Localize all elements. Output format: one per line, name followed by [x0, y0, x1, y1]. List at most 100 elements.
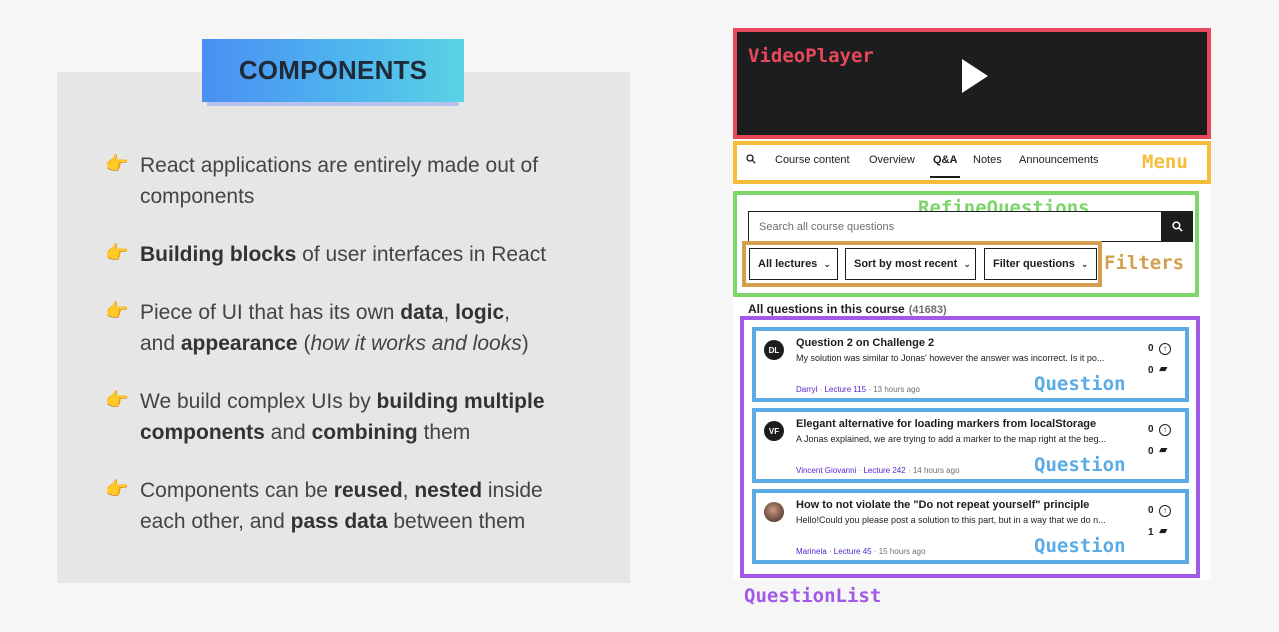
bullet-text-line: React applications are entirely made out… [140, 154, 539, 177]
question-card[interactable]: How to not violate the "Do not repeat yo… [752, 489, 1189, 564]
upvote-icon[interactable]: ↑ [1159, 424, 1171, 436]
tab-announcements[interactable]: Announcements [1019, 154, 1099, 166]
question-time: 13 hours ago [873, 385, 920, 394]
question-time: 15 hours ago [878, 547, 926, 556]
search-input[interactable] [748, 211, 1162, 242]
question-excerpt: A Jonas explained, we are trying to add … [796, 434, 1107, 444]
upvote-icon[interactable]: ↑ [1159, 505, 1171, 517]
bullet-bold: combining [311, 421, 418, 444]
bullet-text-part: inside [482, 479, 543, 502]
bullet-text-part: between them [387, 510, 526, 533]
bullet-text: Components can be reused, nested inside e… [140, 475, 600, 537]
chevron-down-icon: ⌄ [963, 258, 971, 269]
dropdown-label: Sort by most recent [854, 258, 958, 270]
question-title[interactable]: How to not violate the "Do not repeat yo… [796, 499, 1089, 511]
bullet-item: 👉 Components can be reused, nested insid… [105, 475, 605, 537]
bullet-bold: pass data [290, 510, 388, 533]
upvote-icon[interactable]: ↑ [1159, 343, 1171, 355]
author-link[interactable]: Darryl [796, 385, 817, 394]
question-label: Question [1034, 454, 1126, 476]
meta-separator: · [871, 547, 879, 556]
bullet-item: 👉 We build complex UIs by building multi… [105, 386, 605, 448]
question-meta: Marinela · Lecture 45 · 15 hours ago [796, 547, 925, 556]
filter-lectures-dropdown[interactable]: All lectures ⌄ [749, 248, 838, 280]
search-button[interactable] [1161, 211, 1193, 242]
bullet-text-part: ( [297, 332, 311, 355]
chat-icon[interactable]: ▰ [1159, 524, 1167, 537]
question-title[interactable]: Question 2 on Challenge 2 [796, 337, 934, 349]
filter-questions-dropdown[interactable]: Filter questions ⌄ [984, 248, 1097, 280]
question-meta: Vincent Giovanni · Lecture 242 · 14 hour… [796, 466, 960, 475]
bullet-item: 👉 Piece of UI that has its own data, log… [105, 297, 605, 359]
author-link[interactable]: Marinela [796, 547, 827, 556]
bullet-text-part: , [443, 301, 456, 324]
bullet-bold: nested [414, 479, 483, 502]
reply-count: 0 [1148, 365, 1154, 376]
questions-heading: All questions in this course (41683) [748, 302, 947, 316]
question-meta: Darryl · Lecture 115 · 13 hours ago [796, 385, 920, 394]
lecture-link[interactable]: Lecture 242 [863, 466, 905, 475]
chat-icon[interactable]: ▰ [1159, 362, 1167, 375]
bullet-bold: building multiple [376, 390, 545, 413]
sort-dropdown[interactable]: Sort by most recent ⌄ [845, 248, 976, 280]
search-icon[interactable] [746, 154, 756, 167]
bullet-text: Building blocks of user interfaces in Re… [140, 239, 600, 270]
tab-qa[interactable]: Q&A [933, 154, 957, 166]
bullet-bold: Building blocks [140, 243, 297, 266]
bullet-text-line: components [140, 185, 255, 208]
bullet-text-part: each other, and [140, 510, 291, 533]
video-player-label: VideoPlayer [748, 45, 874, 67]
tab-course-content[interactable]: Course content [775, 154, 850, 166]
meta-separator: · [905, 466, 913, 475]
active-tab-underline [930, 176, 960, 178]
bullet-text: React applications are entirely made out… [140, 150, 600, 212]
bullet-bold: logic [455, 301, 505, 324]
question-excerpt: Hello!Could you please post a solution t… [796, 515, 1106, 525]
bullet-item: 👉 React applications are entirely made o… [105, 150, 605, 212]
question-title[interactable]: Elegant alternative for loading markers … [796, 418, 1096, 430]
reply-count: 1 [1148, 527, 1154, 538]
bullet-text: Piece of UI that has its own data, logic… [140, 297, 600, 359]
question-card[interactable]: VF Elegant alternative for loading marke… [752, 408, 1189, 483]
play-icon[interactable] [962, 59, 988, 93]
question-excerpt: My solution was similar to Jonas' howeve… [796, 353, 1105, 363]
chat-icon[interactable]: ▰ [1159, 443, 1167, 456]
lecture-link[interactable]: Lecture 115 [824, 385, 866, 394]
upvote-count: 0 [1148, 505, 1154, 516]
question-list-label: QuestionList [744, 585, 882, 607]
point-right-hand-icon: 👉 [105, 154, 129, 175]
question-label: Question [1034, 535, 1126, 557]
bullet-text-part: Components can be [140, 479, 334, 502]
point-right-hand-icon: 👉 [105, 243, 129, 264]
questions-heading-text: All questions in this course [748, 302, 905, 316]
question-card[interactable]: DL Question 2 on Challenge 2 My solution… [752, 327, 1189, 402]
bullet-bold: components [140, 421, 265, 444]
author-link[interactable]: Vincent Giovanni [796, 466, 856, 475]
question-label: Question [1034, 373, 1126, 395]
avatar [764, 502, 784, 522]
meta-separator: · [826, 547, 834, 556]
tab-notes[interactable]: Notes [973, 154, 1002, 166]
search-icon [1171, 221, 1183, 232]
bullet-text-part: Piece of UI that has its own [140, 301, 401, 324]
chevron-down-icon: ⌄ [823, 258, 831, 269]
menu-label: Menu [1142, 151, 1188, 173]
bullet-bold: reused [333, 479, 403, 502]
bullet-text-part: We build complex UIs by [140, 390, 377, 413]
point-right-hand-icon: 👉 [105, 301, 129, 322]
bullet-text-part: and [264, 421, 312, 444]
point-right-hand-icon: 👉 [105, 390, 129, 411]
bullet-text: We build complex UIs by building multipl… [140, 386, 600, 448]
bullet-bold: data [400, 301, 444, 324]
avatar: DL [764, 340, 784, 360]
slide-title-box: COMPONENTS [202, 39, 464, 102]
dropdown-label: All lectures [758, 258, 818, 270]
bullet-text-part: them [417, 421, 471, 444]
lecture-link[interactable]: Lecture 45 [834, 547, 872, 556]
questions-count: (41683) [908, 304, 947, 316]
chevron-down-icon: ⌄ [1080, 258, 1089, 269]
avatar: VF [764, 421, 784, 441]
bullet-text-part: , [504, 301, 511, 324]
tab-overview[interactable]: Overview [869, 154, 915, 166]
bullet-text-part: and [140, 332, 181, 355]
